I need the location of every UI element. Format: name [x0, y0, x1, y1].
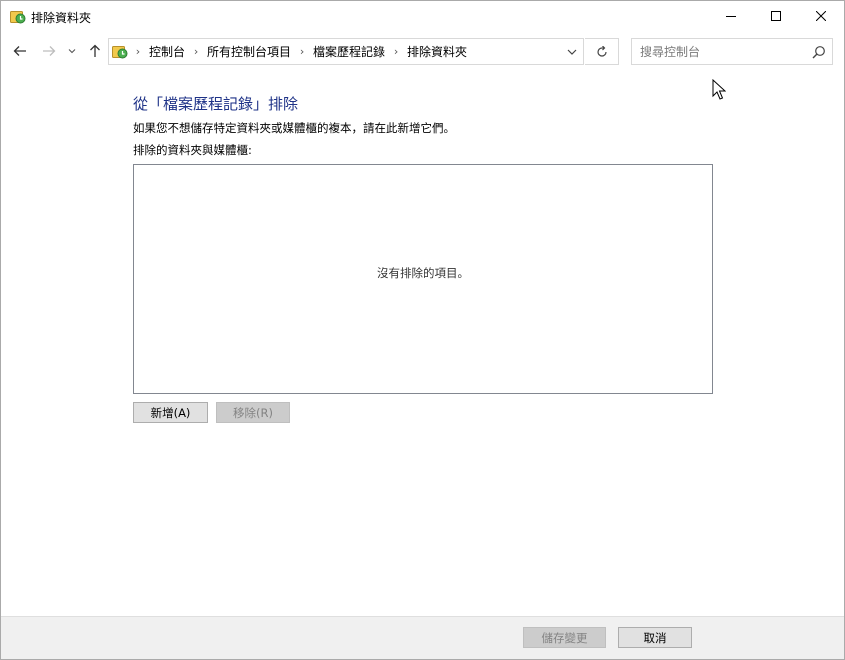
add-button[interactable]: 新增(A) — [133, 402, 208, 423]
search-box[interactable] — [631, 38, 833, 65]
refresh-button[interactable] — [585, 38, 619, 65]
window-title: 排除資料夾 — [31, 11, 92, 25]
breadcrumb-control-panel[interactable]: 控制台 — [145, 43, 189, 60]
empty-list-message: 沒有排除的項目。 — [377, 266, 469, 280]
footer-bar: 儲存變更 取消 — [1, 616, 844, 659]
breadcrumb-separator[interactable]: › — [131, 45, 145, 58]
maximize-button[interactable] — [753, 1, 799, 31]
breadcrumb-separator[interactable]: › — [295, 45, 309, 58]
breadcrumb-file-history[interactable]: 檔案歷程記錄 — [309, 43, 389, 60]
maximize-icon — [771, 11, 781, 21]
save-changes-button[interactable]: 儲存變更 — [523, 627, 606, 648]
page-title: 從「檔案歷程記錄」排除 — [133, 95, 299, 113]
back-arrow-icon — [13, 46, 26, 56]
breadcrumb-separator[interactable]: › — [189, 45, 203, 58]
excluded-folders-list[interactable]: 沒有排除的項目。 — [133, 164, 713, 394]
back-button[interactable] — [10, 41, 30, 61]
minimize-button[interactable] — [708, 1, 754, 31]
up-arrow-icon — [90, 44, 100, 57]
breadcrumb-exclude-folders[interactable]: 排除資料夾 — [403, 43, 471, 60]
breadcrumb: › 控制台 › 所有控制台項目 › 檔案歷程記錄 › 排除資料夾 — [131, 39, 471, 64]
file-history-icon — [10, 11, 26, 24]
navigation-bar: › 控制台 › 所有控制台項目 › 檔案歷程記錄 › 排除資料夾 — [1, 31, 844, 73]
breadcrumb-separator[interactable]: › — [389, 45, 403, 58]
file-history-icon — [112, 46, 128, 59]
address-dropdown-icon[interactable] — [566, 46, 578, 58]
page-description: 如果您不想儲存特定資料夾或媒體櫃的複本，請在此新增它們。 — [133, 121, 455, 135]
cancel-button[interactable]: 取消 — [618, 627, 692, 648]
refresh-icon — [596, 45, 607, 57]
recent-locations-button[interactable] — [65, 41, 79, 61]
forward-arrow-icon — [43, 46, 56, 56]
recent-locations-chevron-icon — [68, 49, 76, 54]
forward-button[interactable] — [39, 41, 59, 61]
remove-button[interactable]: 移除(R) — [216, 402, 290, 423]
search-icon[interactable] — [812, 45, 826, 59]
up-button[interactable] — [85, 41, 105, 61]
file-history-exclude-window: 排除資料夾 › 控制台 › 所有控制台項目 › 檔案歷程記錄 › 排除資料夾 搜… — [0, 0, 845, 660]
excluded-list-label: 排除的資料夾與媒體櫃: — [133, 143, 252, 157]
breadcrumb-all-items[interactable]: 所有控制台項目 — [203, 43, 295, 60]
minimize-icon — [726, 16, 736, 17]
close-icon — [816, 11, 826, 21]
search-input[interactable] — [640, 42, 800, 61]
title-bar: 排除資料夾 — [1, 1, 844, 31]
close-button[interactable] — [798, 1, 844, 31]
address-bar[interactable]: › 控制台 › 所有控制台項目 › 檔案歷程記錄 › 排除資料夾 — [108, 38, 584, 65]
mouse-cursor-icon — [712, 79, 726, 100]
